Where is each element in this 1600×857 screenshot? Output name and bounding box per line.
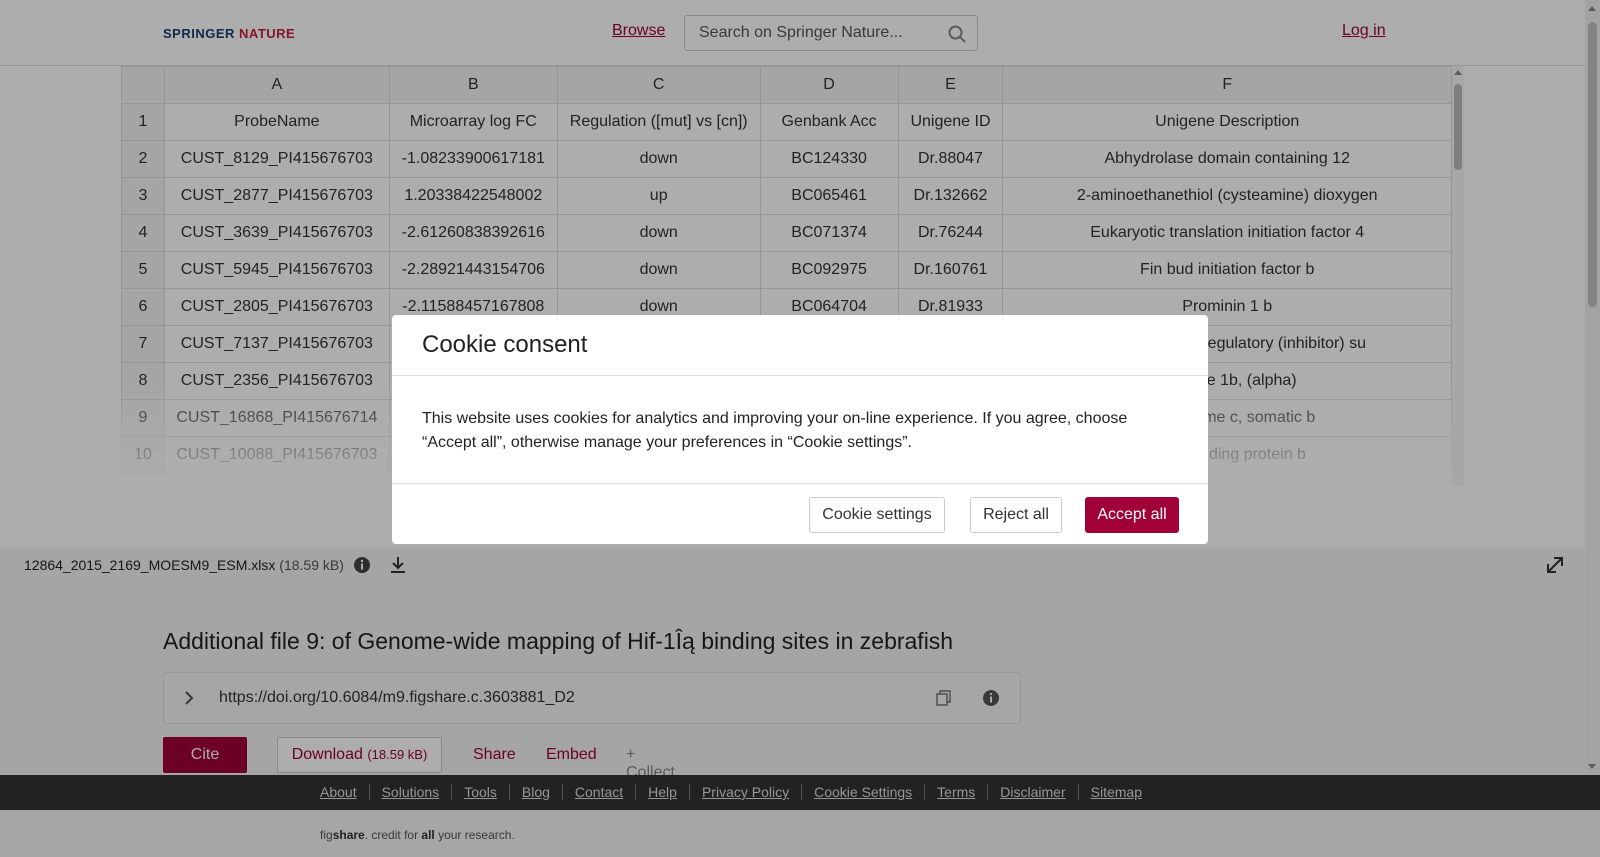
cookie-consent-dialog: Cookie consent This website uses cookies… [392, 315, 1208, 544]
dialog-title: Cookie consent [422, 331, 588, 358]
divider [392, 483, 1208, 484]
divider [392, 375, 1208, 376]
dialog-body-text: This website uses cookies for analytics … [422, 410, 1128, 451]
cookie-settings-button[interactable]: Cookie settings [809, 497, 945, 533]
reject-all-button[interactable]: Reject all [970, 497, 1062, 533]
accept-all-button[interactable]: Accept all [1085, 497, 1179, 533]
modal-backdrop: Cookie consent This website uses cookies… [0, 0, 1600, 857]
